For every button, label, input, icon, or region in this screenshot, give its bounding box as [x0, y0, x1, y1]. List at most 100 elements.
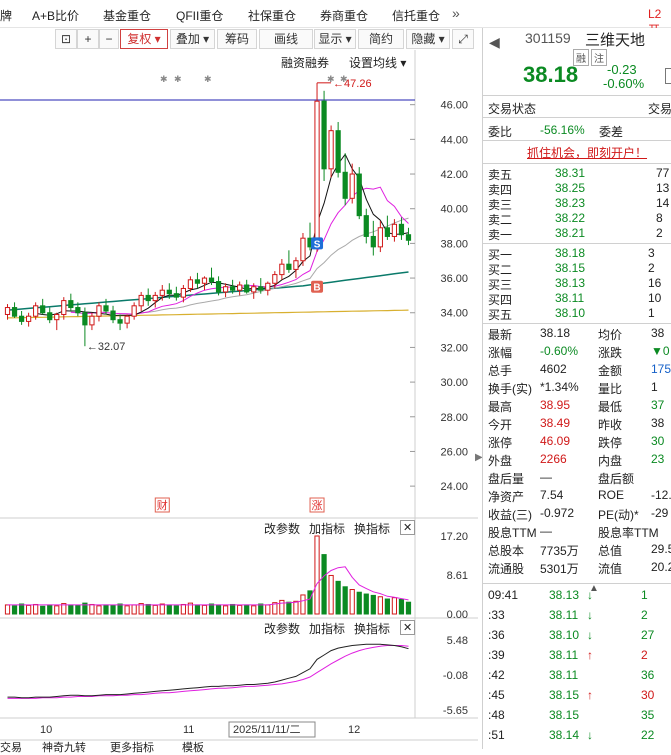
stat-value-2: 29.5	[651, 542, 671, 556]
volume-bar	[47, 604, 53, 615]
volume-bar	[293, 600, 299, 615]
price-tick-label: 32.00	[440, 342, 468, 354]
candle-body	[391, 223, 398, 237]
quote-panel: ◀ 301159 三维天地 融 注 38.18 -0.23 -0.60% 交易状…	[482, 28, 671, 749]
bottom-tab-trade[interactable]: 交易	[0, 739, 22, 755]
stat-value: 5301万	[540, 562, 579, 576]
tick-time: :39	[488, 648, 505, 662]
ma60-line	[7, 271, 409, 311]
candle-body	[124, 315, 130, 324]
candle-body	[11, 307, 18, 317]
macd-param-button[interactable]: 改参数	[264, 620, 300, 637]
bid-volume: 3	[648, 246, 655, 260]
volume-bar	[117, 603, 123, 615]
candle-body	[54, 313, 60, 321]
buy-marker-label: B	[313, 283, 320, 294]
candle-body	[321, 100, 327, 170]
weibi-label: 委比	[488, 125, 513, 139]
macd-add-indicator[interactable]: 加指标	[309, 620, 345, 637]
candle-body	[300, 237, 306, 262]
bid-label: 买五	[488, 308, 513, 322]
back-icon[interactable]: ◀	[489, 34, 500, 51]
vol-add-indicator[interactable]: 加指标	[309, 520, 345, 537]
bottom-tab-nine[interactable]: 神奇九转	[42, 739, 86, 755]
tick-dir: ↓	[587, 728, 593, 742]
bottom-tab-more[interactable]: 更多指标	[110, 739, 154, 755]
tick-volume: 2	[641, 648, 648, 662]
tick-dir: ↓	[587, 608, 593, 622]
volume-bar	[335, 580, 341, 615]
stat-value-2: 30	[651, 434, 665, 448]
stat-value: -0.60%	[540, 344, 579, 358]
volume-bar	[279, 599, 285, 615]
stat-value: -0.972	[540, 506, 575, 520]
candle-body	[89, 315, 95, 326]
candle-body	[398, 223, 405, 236]
open-account-link[interactable]: 抓住机会，即刻开户！	[527, 144, 647, 161]
candle-body	[314, 100, 320, 248]
stat-label-2: 流值	[598, 562, 623, 576]
tick-time: :36	[488, 628, 505, 642]
volume-tick-label: 0.00	[447, 609, 468, 621]
stat-value-2: 37	[651, 398, 665, 412]
bid-volume: 1	[648, 306, 655, 320]
macd-close-icon[interactable]: ✕	[400, 620, 416, 635]
bottom-tab-template[interactable]: 模板	[182, 739, 204, 755]
tick-scroll-up-icon[interactable]: ▲	[589, 583, 599, 594]
macd-tick-label: 5.48	[447, 635, 468, 647]
stat-label: 净资产	[488, 490, 525, 504]
candle-body	[4, 307, 11, 315]
vol-close-icon[interactable]: ✕	[400, 520, 416, 535]
stat-label: 总股本	[488, 544, 525, 558]
volume-bar	[40, 605, 46, 615]
price-tick-label: 26.00	[440, 446, 468, 458]
volume-bar	[194, 604, 201, 615]
volume-bar	[384, 598, 390, 615]
watch-toggle[interactable]	[665, 68, 671, 84]
tick-volume: 36	[641, 668, 655, 682]
volume-bar	[89, 603, 95, 615]
tick-dir: ↑	[587, 688, 593, 702]
volume-bar	[237, 604, 243, 615]
ask-volume: 13	[656, 181, 670, 195]
volume-bar	[215, 604, 222, 615]
candle-body	[138, 294, 144, 307]
stat-label-2: 金额	[598, 364, 623, 378]
margin-trading-link[interactable]: 融资融券	[281, 54, 329, 71]
stat-value-2: ▼0	[651, 344, 670, 358]
volume-bar	[75, 604, 81, 615]
vol-param-button[interactable]: 改参数	[264, 520, 300, 537]
vol-swap-indicator[interactable]: 换指标	[354, 520, 390, 537]
stat-label-2: 股息率TTM	[598, 526, 659, 540]
ask-label: 卖一	[488, 228, 513, 242]
star-marker: ✱	[327, 75, 335, 85]
tick-volume: 2	[641, 608, 648, 622]
volume-bar	[230, 603, 236, 615]
volume-bar	[328, 574, 334, 615]
volume-bar	[321, 554, 327, 615]
set-ma-button[interactable]: 设置均线 ▾	[349, 54, 406, 71]
candle-body	[110, 310, 116, 321]
stat-value: 7735万	[540, 544, 579, 558]
macd-swap-indicator[interactable]: 换指标	[354, 620, 390, 637]
volume-bar	[286, 601, 292, 615]
star-marker: ✱	[204, 75, 212, 85]
stat-label: 涨停	[488, 436, 513, 450]
volume-ma-line	[7, 566, 409, 606]
chart-canvas: 46.00 44.00 42.00 40.00 38.00 36.00 34.00 32.00…	[0, 50, 478, 741]
tick-volume: 27	[641, 628, 655, 642]
volume-bar	[300, 594, 306, 615]
kline-chart[interactable]: 46.00 44.00 42.00 40.00 38.00 36.00 34.00 32.00…	[0, 0, 483, 754]
stat-label: 涨幅	[488, 346, 513, 360]
stat-label: 外盘	[488, 454, 513, 468]
candle-body	[173, 293, 179, 298]
stat-value-2: 38	[651, 416, 665, 430]
stat-label-2: 昨收	[598, 418, 623, 432]
candle-body	[145, 294, 151, 302]
stat-label-2: PE(动)*	[598, 508, 639, 522]
stat-value-2: 20.2	[651, 560, 671, 574]
volume-bar	[251, 605, 257, 615]
volume-bar	[208, 603, 215, 615]
volume-bar	[265, 604, 271, 615]
stat-value-2: -29	[651, 506, 669, 520]
